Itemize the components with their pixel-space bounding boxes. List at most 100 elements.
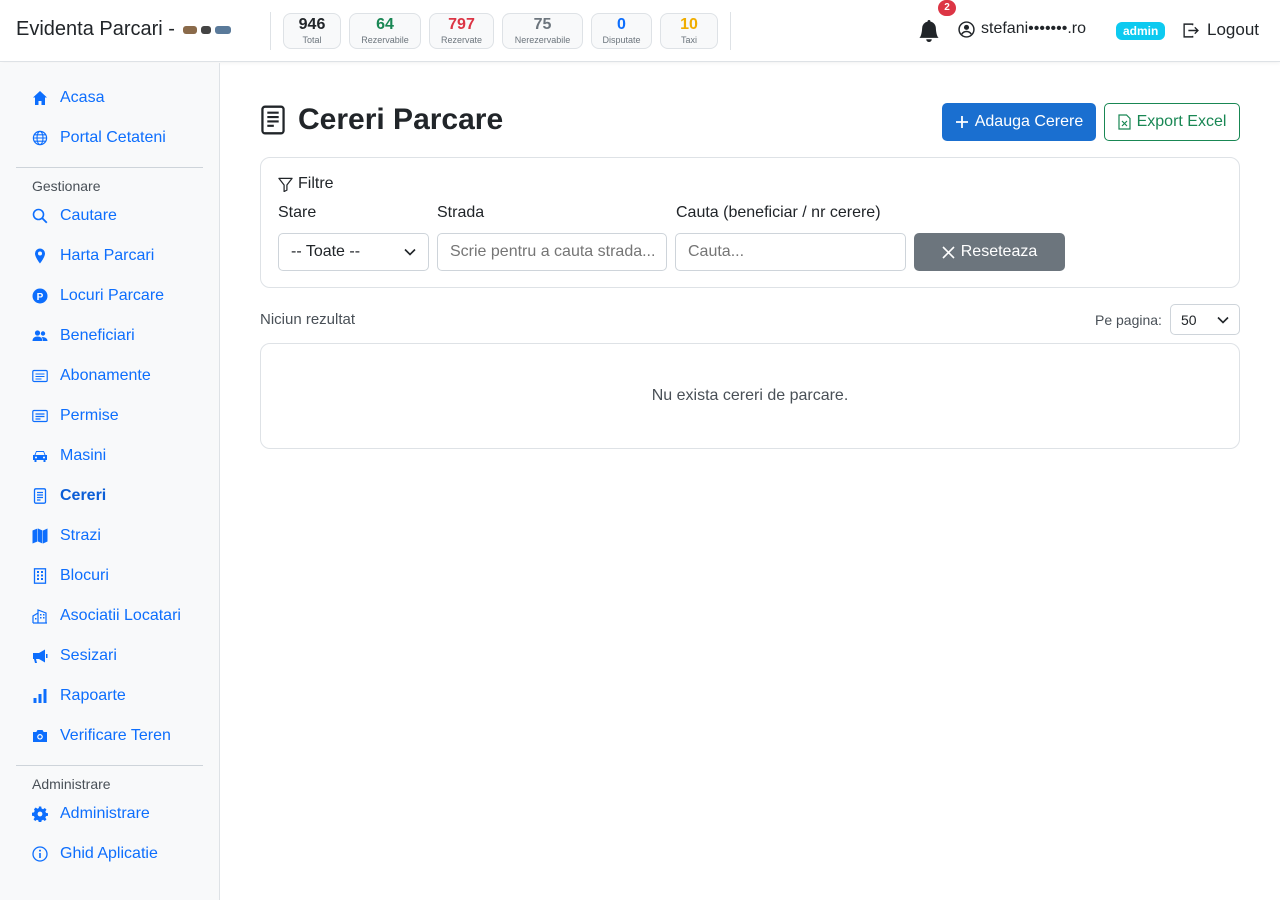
- sidebar-item-strazi[interactable]: Strazi: [32, 524, 101, 548]
- sidebar-item-blocuri[interactable]: Blocuri: [32, 564, 109, 588]
- sidebar-item-asociatii-locatari[interactable]: Asociatii Locatari: [32, 604, 181, 628]
- sidebar-item-label: Beneficiari: [60, 327, 135, 344]
- status-select-value: -- Toate --: [291, 243, 361, 260]
- sidebar-divider: [16, 765, 203, 766]
- sidebar-item-sesizari[interactable]: Sesizari: [32, 644, 117, 668]
- filters-title-text: Filtre: [298, 175, 334, 192]
- svg-text:P: P: [37, 292, 44, 303]
- sidebar-item-administrare[interactable]: Administrare: [32, 802, 150, 826]
- stat-label: Taxi: [680, 35, 697, 45]
- filters-card: Filtre Stare Strada Cauta (beneficiar / …: [260, 157, 1240, 288]
- page-title: Cereri Parcare: [260, 103, 503, 137]
- user-menu[interactable]: stefani•••••••.ro: [958, 20, 1086, 38]
- add-request-button[interactable]: Adauga Cerere: [942, 103, 1096, 141]
- notifications-bell-icon[interactable]: [918, 19, 940, 43]
- sidebar-item-label: Masini: [60, 447, 107, 464]
- sidebar-item-label: Rapoarte: [60, 687, 126, 704]
- sidebar-item-rapoarte[interactable]: Rapoarte: [32, 684, 126, 708]
- sidebar: Acasa Portal Cetateni Gestionare Cautare…: [0, 63, 220, 900]
- stat-disputate: 0 Disputate: [591, 13, 652, 49]
- sidebar-item-verificare-teren[interactable]: Verificare Teren: [32, 724, 171, 748]
- gear-icon: [32, 806, 48, 822]
- sidebar-item-label: Permise: [60, 407, 119, 424]
- sidebar-section-administrare: Administrare: [32, 776, 111, 792]
- top-navbar: Evidenta Parcari - 946 Total 64 Rezervab…: [0, 0, 1280, 62]
- stat-value: 10: [680, 16, 698, 33]
- sidebar-divider: [16, 167, 203, 168]
- stat-value: 0: [617, 16, 626, 33]
- chevron-down-icon: [1217, 316, 1229, 324]
- sidebar-item-portal-cetateni[interactable]: Portal Cetateni: [32, 126, 166, 150]
- info-icon: [32, 846, 48, 862]
- brand-logo-icon: [182, 25, 231, 34]
- sidebar-item-label: Cereri: [60, 487, 107, 504]
- status-select[interactable]: -- Toate --: [278, 233, 429, 271]
- stats-bar: 946 Total 64 Rezervabile 797 Rezervate 7…: [283, 13, 718, 49]
- sidebar-item-ghid-aplicatie[interactable]: Ghid Aplicatie: [32, 842, 158, 866]
- map-pin-icon: [35, 248, 45, 264]
- user-circle-icon: [958, 20, 975, 38]
- sidebar-item-permise[interactable]: Permise: [32, 404, 119, 428]
- filters-title: Filtre: [278, 175, 334, 193]
- camera-icon: [33, 730, 47, 742]
- sidebar-section-gestionare: Gestionare: [32, 178, 101, 194]
- role-badge: admin: [1116, 22, 1166, 40]
- results-count: Niciun rezultat: [260, 311, 356, 328]
- search-icon: [32, 208, 48, 224]
- sidebar-item-label: Asociatii Locatari: [60, 607, 181, 624]
- add-request-label: Adauga Cerere: [974, 113, 1084, 130]
- sidebar-item-masini[interactable]: Masini: [32, 444, 106, 468]
- card-list-icon: [32, 369, 48, 383]
- search-input[interactable]: [675, 233, 906, 271]
- stat-nerezervabile: 75 Nerezervabile: [502, 13, 583, 49]
- notifications-count-badge: 2: [938, 0, 956, 16]
- stat-rezervabile: 64 Rezervabile: [349, 13, 421, 49]
- sidebar-item-beneficiari[interactable]: Beneficiari: [32, 324, 135, 348]
- export-excel-button[interactable]: Export Excel: [1104, 103, 1240, 141]
- stat-label: Disputate: [602, 35, 641, 45]
- buildings-icon: [32, 609, 47, 624]
- document-icon: [33, 488, 47, 504]
- sidebar-item-abonamente[interactable]: Abonamente: [32, 364, 151, 388]
- sidebar-item-cautare[interactable]: Cautare: [32, 204, 117, 228]
- people-icon: [32, 330, 48, 341]
- sidebar-item-label: Sesizari: [60, 647, 117, 664]
- sidebar-item-label: Acasa: [60, 89, 105, 106]
- funnel-icon: [278, 177, 293, 192]
- sidebar-item-label: Verificare Teren: [60, 727, 171, 744]
- stat-value: 75: [533, 16, 552, 33]
- street-label: Strada: [437, 204, 485, 221]
- megaphone-icon: [33, 649, 48, 663]
- sidebar-item-label: Blocuri: [60, 567, 109, 584]
- stat-total: 946 Total: [283, 13, 341, 49]
- reset-label: Reseteaza: [960, 243, 1038, 260]
- per-page-select[interactable]: 50: [1170, 304, 1240, 335]
- per-page-value: 50: [1181, 311, 1197, 328]
- globe-icon: [32, 130, 48, 146]
- sidebar-item-acasa[interactable]: Acasa: [32, 86, 104, 110]
- document-icon: [261, 105, 285, 135]
- page-title-text: Cereri Parcare: [298, 103, 504, 136]
- user-email: stefani•••••••.ro: [981, 20, 1087, 37]
- stat-value: 946: [298, 16, 326, 33]
- street-search-input[interactable]: [437, 233, 667, 271]
- stat-rezervate: 797 Rezervate: [429, 13, 494, 49]
- sidebar-item-label: Strazi: [60, 527, 101, 544]
- logout-button[interactable]: Logout: [1182, 20, 1259, 40]
- reset-button[interactable]: Reseteaza: [914, 233, 1065, 271]
- stat-label: Nerezervabile: [514, 35, 571, 45]
- sidebar-item-label: Portal Cetateni: [60, 129, 166, 146]
- sidebar-item-locuri-parcare[interactable]: P Locuri Parcare: [32, 284, 164, 308]
- sidebar-item-harta-parcari[interactable]: Harta Parcari: [32, 244, 154, 268]
- bar-chart-icon: [33, 689, 47, 703]
- sidebar-item-cereri[interactable]: Cereri: [32, 484, 106, 508]
- stat-value: 797: [448, 16, 475, 33]
- brand-title: Evidenta Parcari -: [16, 18, 175, 40]
- stat-label: Rezervabile: [361, 35, 409, 45]
- sidebar-item-label: Abonamente: [60, 367, 151, 384]
- status-label: Stare: [278, 204, 317, 221]
- header-divider: [270, 12, 271, 50]
- stat-value: 64: [376, 16, 394, 33]
- logout-label: Logout: [1207, 20, 1259, 39]
- brand[interactable]: Evidenta Parcari -: [16, 18, 231, 41]
